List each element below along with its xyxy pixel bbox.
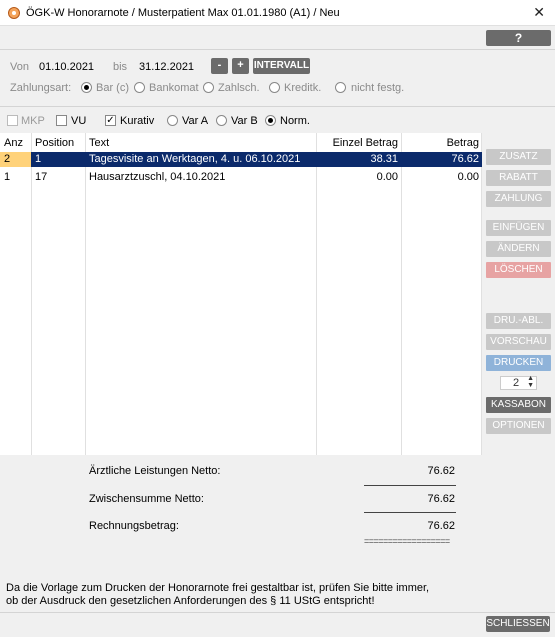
vu-checkbox[interactable] — [56, 115, 67, 126]
var-a-label: Var A — [182, 115, 209, 127]
vu-label: VU — [71, 115, 87, 127]
divider — [0, 612, 555, 613]
to-label: bis — [113, 61, 128, 73]
payment-radio-bankomat[interactable] — [134, 82, 145, 93]
cell-anz: 1 — [4, 171, 11, 183]
rechnungsbetrag-label: Rechnungsbetrag: — [89, 520, 179, 532]
payment-radio-zahlschein[interactable] — [203, 82, 214, 93]
zwischensumme-value: 76.62 — [427, 493, 455, 505]
kurativ-label: Kurativ — [120, 115, 155, 127]
einfuegen-button[interactable]: EINFÜGEN — [486, 220, 551, 236]
payment-option-label: Zahlsch. — [218, 82, 260, 94]
disclaimer-line: Da die Vorlage zum Drucken der Honorarno… — [6, 582, 430, 594]
column-header-position[interactable]: Position — [35, 137, 74, 149]
aendern-button[interactable]: ÄNDERN — [486, 241, 551, 257]
cell-position: 17 — [35, 171, 48, 183]
mkp-checkbox[interactable] — [7, 115, 18, 126]
payment-label: Zahlungsart: — [10, 82, 72, 94]
from-date-field[interactable]: 01.10.2021 — [39, 61, 94, 73]
payment-option-label: Bar (c) — [96, 82, 129, 94]
double-underline: ================== — [364, 536, 450, 546]
payment-option-label: Kreditk. — [284, 82, 322, 94]
help-button[interactable]: ? — [486, 30, 551, 46]
copies-value: 2 — [513, 377, 520, 389]
disclaimer-line: ob der Ausdruck den gesetzlichen Anforde… — [6, 595, 375, 607]
sum-divider — [364, 485, 456, 486]
app-icon — [8, 7, 20, 19]
zwischensumme-label: Zwischensumme Netto: — [89, 493, 204, 505]
kassabon-button[interactable]: KASSABON — [486, 397, 551, 413]
cell-einzel-betrag: 38.31 — [370, 153, 398, 165]
rabatt-button[interactable]: RABATT — [486, 170, 551, 186]
netto-value: 76.62 — [427, 465, 455, 477]
copies-stepper[interactable]: 2 ▲ ▼ — [500, 375, 537, 390]
sum-divider — [364, 512, 456, 513]
cell-betrag: 0.00 — [457, 171, 479, 183]
optionen-button[interactable]: OPTIONEN — [486, 418, 551, 434]
print-disclaimer: Da die Vorlage zum Drucken der Honorarno… — [6, 582, 429, 608]
cell-betrag: 76.62 — [451, 153, 479, 165]
payment-radio-bar[interactable] — [81, 82, 92, 93]
cell-anz: 2 — [4, 153, 11, 165]
table-row[interactable]: 2 1 Tagesvisite an Werktagen, 4. u. 06.1… — [0, 152, 482, 167]
minus-button[interactable]: - — [211, 58, 228, 74]
druck-ablage-button[interactable]: DRU.-ABL. — [486, 313, 551, 329]
title-bar: ÖGK-W Honorarnote / Musterpatient Max 01… — [0, 0, 555, 26]
payment-option-label: Bankomat — [149, 82, 199, 94]
cell-text: Hausarztzuschl, 04.10.2021 — [89, 171, 226, 183]
vorschau-button[interactable]: VORSCHAU — [486, 334, 551, 350]
netto-label: Ärztliche Leistungen Netto: — [89, 465, 221, 477]
plus-button[interactable]: + — [232, 58, 249, 74]
zahlung-button[interactable]: ZAHLUNG — [486, 191, 551, 207]
payment-radio-nicht-festgelegt[interactable] — [335, 82, 346, 93]
cell-einzel-betrag: 0.00 — [376, 171, 398, 183]
var-b-radio[interactable] — [216, 115, 227, 126]
divider — [0, 49, 555, 50]
cell-text: Tagesvisite an Werktagen, 4. u. 06.10.20… — [89, 153, 301, 165]
to-date-field[interactable]: 31.12.2021 — [139, 61, 194, 73]
close-icon[interactable]: ✕ — [533, 4, 545, 21]
mkp-label: MKP — [21, 115, 45, 127]
cell-position: 1 — [35, 153, 42, 165]
loeschen-button[interactable]: LÖSCHEN — [486, 262, 551, 278]
stepper-arrows-icon[interactable]: ▲ ▼ — [527, 375, 534, 389]
from-label: Von — [10, 61, 29, 73]
interval-button[interactable]: INTERVALL — [253, 58, 310, 74]
schliessen-button[interactable]: SCHLIESSEN — [486, 616, 550, 632]
var-b-label: Var B — [231, 115, 258, 127]
window-title: ÖGK-W Honorarnote / Musterpatient Max 01… — [26, 7, 340, 19]
kurativ-checkbox[interactable]: ✓ — [105, 115, 116, 126]
payment-option-label: nicht festg. — [351, 82, 405, 94]
column-header-betrag[interactable]: Betrag — [405, 137, 479, 149]
column-header-einzel-betrag[interactable]: Einzel Betrag — [320, 137, 398, 149]
drucken-button[interactable]: DRUCKEN — [486, 355, 551, 371]
payment-radio-kreditkarte[interactable] — [269, 82, 280, 93]
norm-label: Norm. — [280, 115, 310, 127]
norm-radio[interactable] — [265, 115, 276, 126]
table-row[interactable]: 1 17 Hausarztzuschl, 04.10.2021 0.00 0.0… — [0, 170, 482, 185]
column-header-text[interactable]: Text — [89, 137, 109, 149]
var-a-radio[interactable] — [167, 115, 178, 126]
column-header-anz[interactable]: Anz — [4, 137, 23, 149]
rechnungsbetrag-value: 76.62 — [427, 520, 455, 532]
divider — [0, 106, 555, 107]
zusatz-button[interactable]: ZUSATZ — [486, 149, 551, 165]
